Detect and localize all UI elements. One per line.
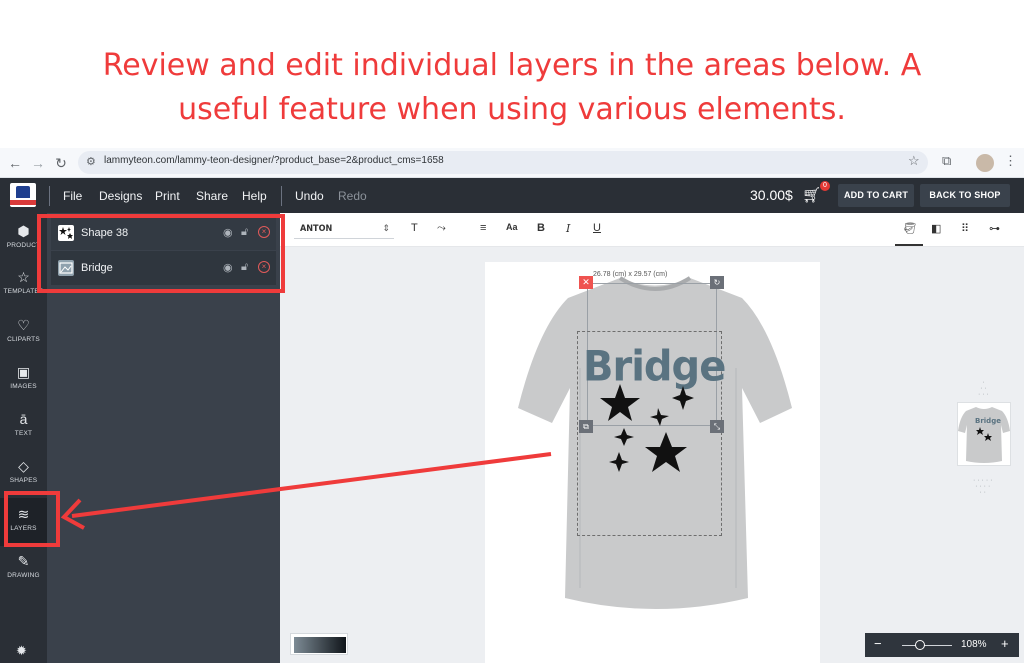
profile-avatar[interactable]	[976, 154, 994, 172]
url-text[interactable]: lammyteon.com/lammy-teon-designer/?produ…	[104, 155, 444, 166]
zoom-level: 108%	[961, 639, 987, 650]
active-tab-indicator	[895, 244, 923, 246]
headline: Review and edit individual layers in the…	[0, 44, 1024, 132]
sidebar-item-drawing[interactable]: ✎ DRAWING	[0, 553, 47, 579]
color-swatch-gradient	[294, 637, 346, 653]
back-arrow-icon[interactable]: ←	[5, 153, 25, 173]
align-icon[interactable]: ≡	[480, 222, 486, 234]
bold-button[interactable]: B	[537, 222, 545, 234]
scale-handle-icon[interactable]: ⤡	[710, 420, 724, 433]
svg-text:Bridge: Bridge	[975, 417, 1001, 425]
redo-button[interactable]: Redo	[338, 189, 367, 203]
headline-line-1: Review and edit individual layers in the…	[102, 48, 922, 83]
zoom-control: − 108% +	[865, 633, 1019, 657]
browser-toolbar: ← → ↻ ⚙ lammyteon.com/lammy-teon-designe…	[0, 148, 1024, 178]
diamond-icon: ◇	[18, 458, 29, 474]
text-curve-icon[interactable]: ⤳	[437, 222, 446, 235]
adjust-icon[interactable]: ⊶	[989, 222, 1000, 235]
star-shape	[672, 386, 694, 410]
image-icon: ▣	[16, 364, 31, 380]
sidebar-item-label: DRAWING	[7, 572, 40, 579]
cart-count-badge: 0	[820, 181, 830, 191]
forward-arrow-icon[interactable]: →	[28, 153, 48, 173]
color-swatch[interactable]	[290, 633, 348, 655]
star-icon[interactable]: ☆	[908, 153, 920, 169]
stars-design[interactable]	[590, 380, 710, 480]
cart-icon[interactable]: 🛒︎	[802, 186, 821, 204]
menu-share[interactable]: Share	[196, 189, 228, 203]
headline-line-2: useful feature when using various elemen…	[178, 92, 846, 127]
fill-color-icon[interactable]: 🪣︎	[903, 222, 917, 235]
select-arrows-icon: ⇕	[382, 223, 390, 233]
delete-handle-icon[interactable]: ✕	[579, 276, 593, 289]
grid-icon[interactable]: ⠿	[961, 222, 969, 235]
text-icon: ā	[19, 411, 28, 427]
text-toolbar: ANTON ⇕ T ⤳ ≡ Aa B I U 🪣︎ ◧ ⠿ ⊶	[280, 213, 1024, 247]
address-bar[interactable]: ⚙ lammyteon.com/lammy-teon-designer/?pro…	[78, 151, 928, 174]
layers-highlight-box	[37, 214, 285, 293]
menu-designs[interactable]: Designs	[99, 189, 142, 203]
extensions-icon[interactable]: ⧉	[942, 153, 951, 169]
sidebar-item-cliparts[interactable]: ♡ CLIPARTS	[0, 317, 47, 343]
undo-button[interactable]: Undo	[295, 189, 324, 203]
logo-band	[10, 200, 36, 205]
settings-gear-icon[interactable]: ✹	[16, 643, 27, 659]
sidebar-item-shapes[interactable]: ◇ SHAPES	[0, 458, 47, 484]
text-case-icon[interactable]: Aa	[506, 222, 518, 232]
font-select[interactable]: ANTON ⇕	[294, 221, 394, 239]
underline-button[interactable]: U	[593, 222, 601, 234]
add-to-cart-button[interactable]: ADD TO CART	[838, 184, 914, 207]
sidebar-item-label: SHAPES	[9, 477, 38, 484]
sidebar-item-label: IMAGES	[10, 383, 37, 390]
views-up-dots-icon[interactable]: · · · · · ·	[978, 379, 989, 398]
rotate-handle-icon[interactable]: ↻	[710, 276, 724, 289]
brand-logo[interactable]	[10, 183, 36, 207]
menu-print[interactable]: Print	[155, 189, 180, 203]
arrange-icon[interactable]: ◧	[931, 222, 941, 235]
menu-file[interactable]: File	[63, 189, 82, 203]
app-topbar: File Designs Print Share Help Undo Redo …	[0, 178, 1024, 213]
logo-shirt-icon	[16, 186, 30, 198]
sidebar-item-label: CLIPARTS	[7, 336, 40, 343]
screenshot-root: Review and edit individual layers in the…	[0, 0, 1024, 663]
sidebar-item-images[interactable]: ▣ IMAGES	[0, 364, 47, 390]
thumbnail-tshirt: Bridge	[958, 407, 1010, 463]
design-dimensions: 26.78 (cm) x 29.57 (cm)	[593, 271, 668, 278]
star-shape	[645, 432, 687, 472]
zoom-slider-track[interactable]	[902, 645, 952, 646]
pencil-square-icon: ✎	[17, 553, 30, 569]
zoom-slider-knob[interactable]	[915, 640, 925, 650]
product-view-thumbnail[interactable]: Bridge	[957, 402, 1011, 466]
views-down-dots-icon[interactable]: · · · · · · · · · · ·	[973, 477, 992, 496]
reload-icon[interactable]: ↻	[51, 153, 71, 173]
heart-outline-icon: ♡	[17, 317, 30, 333]
star-shape	[609, 452, 629, 472]
star-shape	[614, 428, 634, 446]
text-size-icon[interactable]: T	[411, 222, 418, 234]
star-shape	[650, 408, 669, 426]
star-shape	[600, 384, 640, 421]
price: 30.00$	[750, 187, 793, 203]
zoom-in-button[interactable]: +	[1001, 636, 1009, 651]
back-to-shop-button[interactable]: BACK TO SHOP	[920, 184, 1010, 207]
italic-button[interactable]: I	[566, 222, 570, 235]
layers-tab-highlight-box	[4, 491, 60, 547]
site-info-icon[interactable]: ⚙	[86, 155, 96, 168]
sidebar-item-label: TEXT	[14, 430, 33, 437]
divider	[49, 186, 50, 206]
sidebar-item-text[interactable]: ā TEXT	[0, 411, 47, 437]
menu-help[interactable]: Help	[242, 189, 267, 203]
font-select-value[interactable]: ANTON	[300, 224, 332, 234]
divider	[281, 186, 282, 206]
zoom-out-button[interactable]: −	[874, 636, 882, 651]
more-vert-icon[interactable]: ⋮	[1004, 153, 1017, 169]
